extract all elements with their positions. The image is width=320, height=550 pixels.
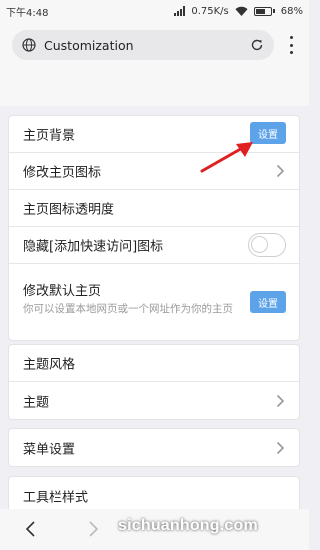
homepage-settings-group: 主页背景 设置 修改主页图标 主页图标透明度 隐藏[添加快速访问]图标 修改默认… [8,115,300,341]
default-homepage-label: 修改默认主页 [23,284,102,299]
theme-settings-group: 主题风格 主题 [8,344,300,420]
hide-quick-access-toggle[interactable] [248,233,286,257]
address-text: Customization [44,37,134,53]
toolbar-style-label: 工具栏样式 [23,490,89,505]
chevron-right-icon [276,441,285,454]
default-homepage-description: 你可以设置本地网页或一个网址作为你的主页 [23,303,233,315]
globe-icon [22,38,36,52]
homepage-icon-opacity-label: 主页图标透明度 [23,202,115,218]
menu-settings-row[interactable]: 菜单设置 [9,429,299,466]
signal-icon [174,6,186,16]
homepage-icon-opacity-row[interactable]: 主页图标透明度 [9,190,299,227]
wifi-icon [235,6,248,16]
homepage-background-label: 主页背景 [23,128,76,144]
theme-style-label: 主题风格 [23,357,76,373]
more-menu-icon[interactable] [286,36,296,54]
reload-icon[interactable] [250,38,264,52]
hide-quick-access-row: 隐藏[添加快速访问]图标 [9,227,299,264]
theme-row[interactable]: 主题 [9,382,299,419]
battery-icon [253,6,275,16]
annotation-arrow-icon [200,142,253,173]
menu-settings-group: 菜单设置 [8,428,300,467]
network-speed: 0.75K/s [191,5,229,17]
change-homepage-icon-label: 修改主页图标 [23,165,102,181]
chevron-right-icon [276,164,285,178]
status-indicators: 0.75K/s 68% [174,6,303,17]
battery-percent: 68% [280,5,303,17]
theme-style-row: 主题风格 [9,345,299,382]
status-time: 下午4:48 [6,7,49,19]
watermark: sichuanhong.com [118,517,258,534]
forward-arrow-icon[interactable] [86,520,100,538]
address-bar[interactable]: Customization [12,30,274,60]
status-bar: 下午4:48 0.75K/s 68% [0,0,309,22]
hide-quick-access-label: 隐藏[添加快速访问]图标 [23,239,164,255]
chevron-right-icon [276,394,285,407]
bottom-navigation-bar: sichuanhong.com [0,509,309,550]
default-homepage-row: 修改默认主页 你可以设置本地网页或一个网址作为你的主页 设置 [9,264,299,340]
browser-header: Customization [0,22,309,106]
default-homepage-set-button[interactable]: 设置 [250,291,286,313]
theme-label: 主题 [23,395,50,410]
back-arrow-icon[interactable] [24,520,38,538]
menu-settings-label: 菜单设置 [23,442,76,457]
